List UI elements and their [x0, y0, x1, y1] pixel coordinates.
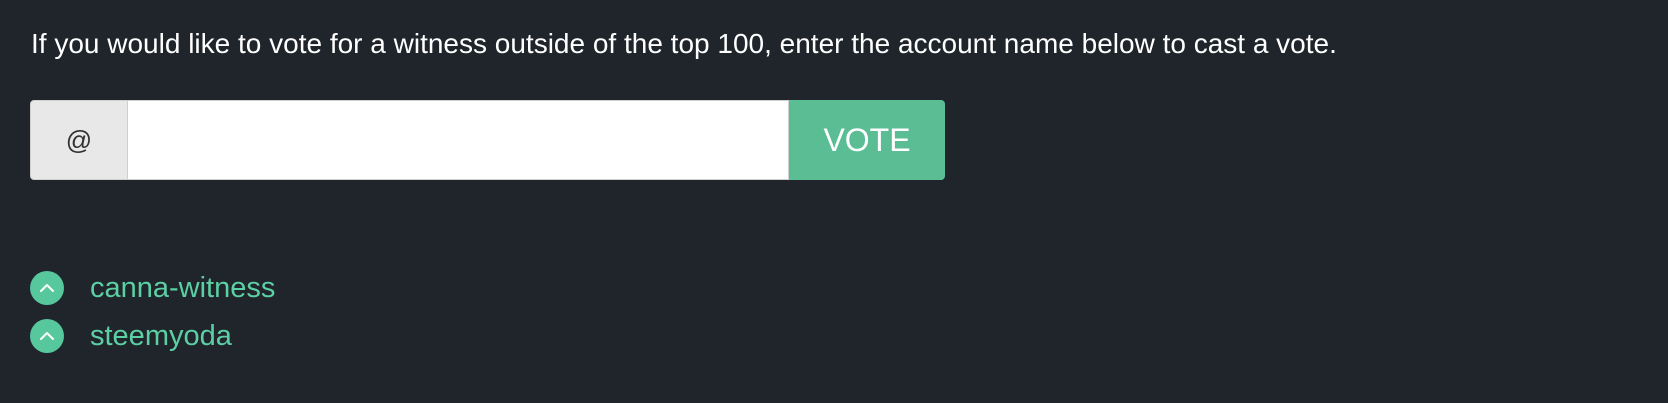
vote-button[interactable]: VOTE — [789, 100, 945, 180]
list-item: steemyoda — [30, 312, 275, 360]
witness-link[interactable]: canna-witness — [90, 272, 275, 305]
chevron-up-icon[interactable] — [30, 319, 64, 353]
witness-vote-form: @ VOTE — [30, 100, 945, 180]
voted-witness-list: canna-witness steemyoda — [30, 264, 275, 360]
witness-link[interactable]: steemyoda — [90, 320, 232, 353]
page: If you would like to vote for a witness … — [0, 0, 1668, 403]
at-sign-addon: @ — [30, 100, 128, 180]
list-item: canna-witness — [30, 264, 275, 312]
chevron-up-icon[interactable] — [30, 271, 64, 305]
instructions-text: If you would like to vote for a witness … — [31, 28, 1337, 59]
account-name-input[interactable] — [128, 100, 789, 180]
